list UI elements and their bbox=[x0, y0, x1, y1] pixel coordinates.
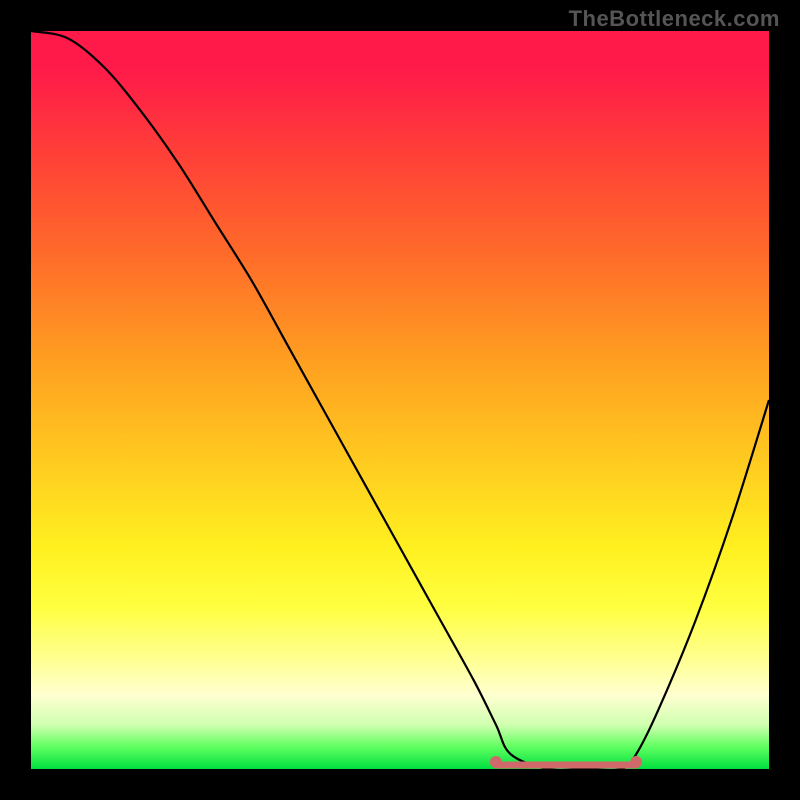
plot-area bbox=[31, 31, 769, 769]
optimal-region-end-dot bbox=[630, 756, 642, 768]
watermark-text: TheBottleneck.com bbox=[569, 6, 780, 32]
optimal-region-start-dot bbox=[490, 756, 502, 768]
chart-container: TheBottleneck.com bbox=[0, 0, 800, 800]
curve-svg bbox=[31, 31, 769, 769]
bottleneck-curve bbox=[31, 31, 769, 769]
